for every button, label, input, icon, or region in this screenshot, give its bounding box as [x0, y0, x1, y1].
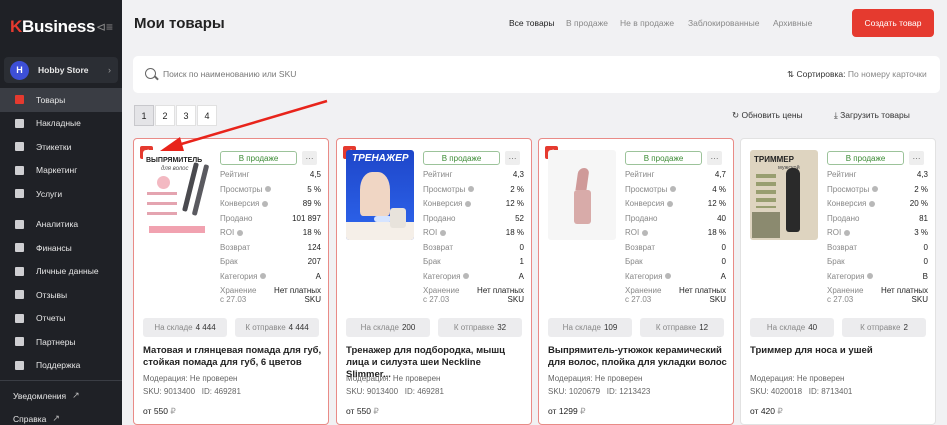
annotation-arrow: [160, 99, 328, 151]
